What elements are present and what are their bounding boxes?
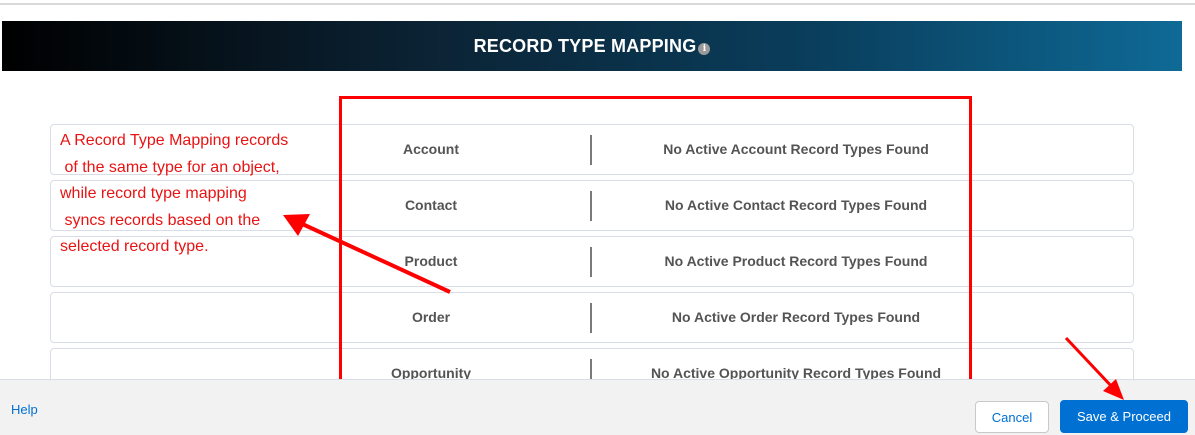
page-title: RECORD TYPE MAPPING	[473, 35, 697, 56]
save-proceed-button[interactable]: Save & Proceed	[1060, 400, 1188, 433]
record-type-mapping-page: RECORD TYPE MAPPING i Account No Active A…	[0, 0, 1195, 435]
annotation-text: A Record Type Mapping records of the sam…	[60, 132, 289, 255]
footer-bar: Help Cancel Save & Proceed	[0, 379, 1195, 435]
top-divider	[0, 3, 1195, 5]
info-icon[interactable]: i	[698, 43, 711, 55]
header-banner: RECORD TYPE MAPPING i	[2, 21, 1182, 71]
highlight-box	[339, 96, 972, 412]
cancel-button[interactable]: Cancel	[975, 401, 1049, 433]
help-link[interactable]: Help	[11, 402, 38, 417]
